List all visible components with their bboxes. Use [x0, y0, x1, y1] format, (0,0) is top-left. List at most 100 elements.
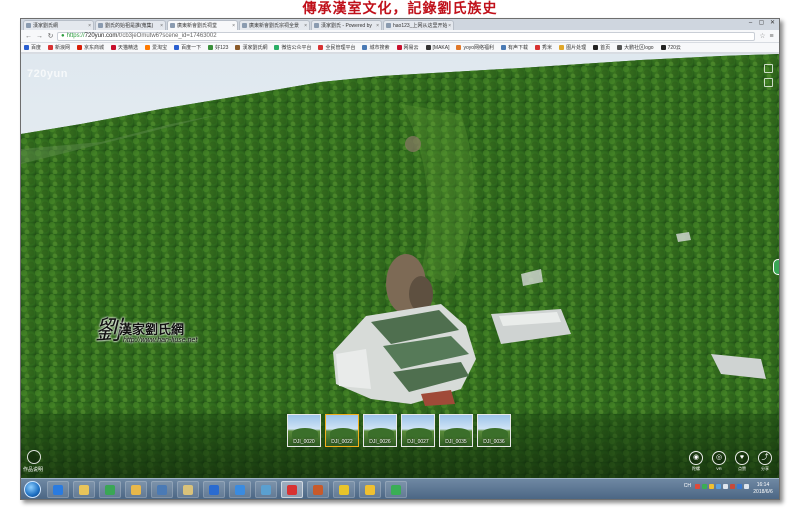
- taskbar-360-browser-icon[interactable]: [99, 481, 121, 498]
- watermark-name: 漢家劉氏網: [119, 323, 185, 338]
- taskbar-ie-browser-icon[interactable]: [47, 481, 69, 498]
- fullscreen-icon[interactable]: [764, 64, 773, 73]
- taskbar-file-explorer-icon[interactable]: [73, 481, 95, 498]
- ime-indicator[interactable]: CH: [684, 483, 691, 489]
- pano-control-3[interactable]: ♥ 点赞: [734, 451, 750, 472]
- scene-thumbnail[interactable]: DJI_0026: [363, 414, 397, 447]
- bookmark-item[interactable]: 百度一下: [174, 44, 201, 51]
- browser-tab[interactable]: 漢家劉氏網 ×: [23, 20, 94, 30]
- gyroscope-mode-icon[interactable]: ◉: [689, 451, 703, 465]
- bookmark-star-icon[interactable]: ☆: [758, 32, 767, 40]
- gyroscope-icon[interactable]: [764, 78, 773, 87]
- bookmark-item[interactable]: yoyo网络福利: [456, 44, 494, 51]
- taskbar-library-icon[interactable]: [177, 481, 199, 498]
- scene-thumbnail[interactable]: DJI_0020: [287, 414, 321, 447]
- tab-close-icon[interactable]: ×: [88, 23, 91, 29]
- browser-tab[interactable]: hao123_上网从这里开始 ×: [383, 20, 454, 30]
- taskbar-folder-icon[interactable]: [125, 481, 147, 498]
- tab-favicon-icon: [386, 23, 391, 28]
- bookmark-favicon-icon: [318, 45, 324, 50]
- url-input[interactable]: ● https:// 720yun.com /t/cb3jeOmutw6?sce…: [57, 31, 755, 41]
- bookmark-favicon-icon: [535, 45, 541, 50]
- taskbar-media-player-icon[interactable]: [151, 481, 173, 498]
- tray-volume-icon[interactable]: [723, 483, 728, 489]
- maximize-icon[interactable]: ▢: [757, 20, 766, 27]
- side-panel-handle-icon[interactable]: [773, 259, 779, 275]
- like-icon[interactable]: ♥: [735, 451, 749, 465]
- panorama-viewport[interactable]: 720yun 劉 漢家劉氏網 http://www.han-liuse.net …: [21, 54, 779, 478]
- taskbar-photoshop-icon[interactable]: [203, 481, 225, 498]
- taskbar: CH 16:14 2018/6/6: [21, 478, 779, 499]
- bookmark-item[interactable]: 秀米: [535, 44, 552, 51]
- tab-label: hao123_上网从这里开始: [393, 23, 448, 29]
- tab-close-icon[interactable]: ×: [448, 23, 451, 29]
- bookmark-label: 网易云: [403, 45, 419, 51]
- browser-tab[interactable]: 漢家劉氏 - Powered by ×: [311, 20, 382, 30]
- start-button[interactable]: [24, 481, 41, 498]
- taskbar-wechat-icon[interactable]: [385, 481, 407, 498]
- tab-close-icon[interactable]: ×: [232, 23, 235, 29]
- pano-control-1[interactable]: ◉ 陀螺: [688, 451, 704, 472]
- menu-icon[interactable]: ≡: [767, 33, 776, 40]
- bookmark-item[interactable]: 首页: [593, 44, 610, 51]
- tab-label: 劉氏的始祖是誰(蒐集): [105, 23, 154, 29]
- tray-wechat-icon[interactable]: [702, 483, 707, 489]
- tray-flag-icon[interactable]: [744, 483, 749, 489]
- share-icon[interactable]: ⤴: [758, 451, 772, 465]
- tab-close-icon[interactable]: ×: [160, 23, 163, 29]
- browser-tab[interactable]: 廣東新會劉氏宗祠全景 ×: [239, 20, 310, 30]
- tray-security-icon[interactable]: [730, 483, 735, 489]
- taskbar-chrome-icon[interactable]: [281, 481, 303, 498]
- bookmark-item[interactable]: 京东商城: [77, 44, 104, 51]
- scene-thumbnail[interactable]: DJI_0035: [439, 414, 473, 447]
- scene-label: DJI_0026: [369, 439, 391, 445]
- thumbnail-mountain: [444, 428, 470, 438]
- scene-thumbnail[interactable]: DJI_0036: [477, 414, 511, 447]
- taskbar-app-notes-icon[interactable]: [255, 481, 277, 498]
- bookmark-item[interactable]: 720云: [660, 44, 681, 51]
- tab-close-icon[interactable]: ×: [376, 23, 379, 29]
- bookmark-item[interactable]: 漢家劉氏網: [235, 44, 267, 51]
- taskbar-paint-icon[interactable]: [307, 481, 329, 498]
- tray-bluetooth-icon[interactable]: [737, 483, 742, 489]
- tab-close-icon[interactable]: ×: [304, 23, 307, 29]
- bookmark-item[interactable]: 百度: [24, 44, 41, 51]
- pano-control-2[interactable]: ◎ VR: [711, 451, 727, 472]
- lock-icon: ●: [61, 33, 65, 39]
- taskbar-qq-icon[interactable]: [359, 481, 381, 498]
- refresh-icon[interactable]: ↻: [46, 32, 55, 41]
- minimize-icon[interactable]: –: [746, 20, 755, 27]
- browser-tab[interactable]: 劉氏的始祖是誰(蒐集) ×: [95, 20, 166, 30]
- tray-network-icon[interactable]: [716, 483, 721, 489]
- bookmark-item[interactable]: 好123: [208, 44, 228, 51]
- vr-mode-icon[interactable]: ◎: [712, 451, 726, 465]
- bookmark-item[interactable]: 微信公众平台: [274, 44, 311, 51]
- bookmark-item[interactable]: [MAKA]: [425, 45, 449, 51]
- bookmark-favicon-icon: [174, 45, 180, 50]
- bookmark-item[interactable]: 天猫精选: [111, 44, 138, 51]
- bookmark-item[interactable]: 图片处理: [559, 44, 586, 51]
- bookmark-item[interactable]: 新浪网: [48, 44, 70, 51]
- taskbar-wps-icon[interactable]: [333, 481, 355, 498]
- browser-tab[interactable]: 廣東新會劉氏祠堂 ×: [167, 20, 238, 30]
- forward-arrow-icon[interactable]: →: [35, 32, 44, 41]
- scene-thumbnail[interactable]: DJI_0022: [325, 414, 359, 447]
- bookmark-item[interactable]: 爱淘宝: [145, 44, 167, 51]
- taskbar-clock[interactable]: 16:14 2018/6/6: [750, 482, 776, 496]
- bookmark-item[interactable]: 有声下载: [501, 44, 528, 51]
- bookmark-item[interactable]: 城市搜索: [362, 44, 390, 51]
- bookmark-item[interactable]: 网易云: [396, 44, 419, 51]
- pano-control-4[interactable]: ⤴ 分享: [757, 451, 773, 472]
- scene-label: DJI_0022: [331, 439, 353, 445]
- back-arrow-icon[interactable]: ←: [24, 32, 33, 41]
- pano-control-label: 点赞: [738, 466, 746, 471]
- info-icon[interactable]: [27, 450, 41, 464]
- tray-antivirus-icon[interactable]: [695, 483, 700, 489]
- close-icon[interactable]: ✕: [768, 20, 777, 27]
- photoshop-glyph-icon: [209, 484, 219, 495]
- tray-qq-icon[interactable]: [709, 483, 714, 489]
- bookmark-item[interactable]: 全民管理平台: [318, 44, 355, 51]
- bookmark-item[interactable]: 大鹏社区logo: [617, 44, 654, 51]
- taskbar-ie-tab-icon[interactable]: [229, 481, 251, 498]
- scene-thumbnail[interactable]: DJI_0027: [401, 414, 435, 447]
